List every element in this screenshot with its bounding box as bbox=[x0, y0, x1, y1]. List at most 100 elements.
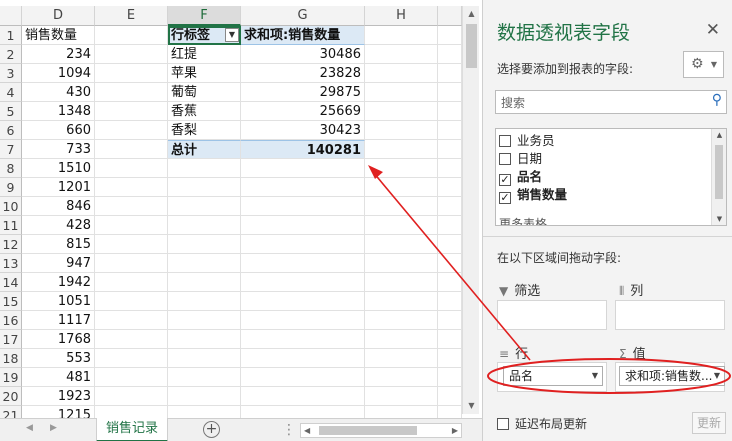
empty-cell[interactable] bbox=[438, 64, 462, 83]
pivot-value-header[interactable]: 求和项:销售数量 bbox=[241, 26, 365, 45]
scroll-up-icon[interactable]: ▲ bbox=[712, 131, 726, 139]
pivot-item-name[interactable]: 香梨 bbox=[168, 121, 241, 140]
values-field-chip[interactable]: 求和项:销售数... ▼ bbox=[619, 366, 725, 386]
empty-cell[interactable] bbox=[438, 159, 462, 178]
empty-cell[interactable] bbox=[438, 102, 462, 121]
field-checkbox-checked[interactable]: ✓ bbox=[499, 192, 511, 204]
empty-cell[interactable] bbox=[168, 311, 241, 330]
empty-cell[interactable] bbox=[241, 178, 365, 197]
empty-cell[interactable] bbox=[365, 121, 438, 140]
field-search-input[interactable]: 搜索 ⚲ bbox=[495, 90, 727, 114]
empty-cell[interactable] bbox=[365, 235, 438, 254]
empty-cell[interactable] bbox=[95, 387, 168, 406]
empty-cell[interactable] bbox=[241, 216, 365, 235]
empty-cell[interactable] bbox=[438, 178, 462, 197]
row-header[interactable]: 19 bbox=[0, 368, 22, 387]
scroll-down-icon[interactable]: ▼ bbox=[712, 215, 726, 223]
scroll-thumb[interactable] bbox=[466, 24, 477, 68]
empty-cell[interactable] bbox=[365, 178, 438, 197]
next-sheet-icon[interactable]: ▶ bbox=[50, 423, 57, 433]
row-header[interactable]: 15 bbox=[0, 292, 22, 311]
add-sheet-icon[interactable]: + bbox=[203, 421, 220, 438]
empty-cell[interactable] bbox=[168, 254, 241, 273]
empty-cell[interactable] bbox=[95, 140, 168, 159]
empty-cell[interactable] bbox=[241, 292, 365, 311]
empty-cell[interactable] bbox=[438, 349, 462, 368]
empty-cell[interactable] bbox=[438, 26, 462, 45]
quantity-cell[interactable]: 430 bbox=[22, 83, 95, 102]
sheet-tab-sales[interactable]: 销售记录 bbox=[96, 418, 168, 441]
pivot-item-name[interactable]: 苹果 bbox=[168, 64, 241, 83]
empty-cell[interactable] bbox=[168, 235, 241, 254]
column-header-g[interactable]: G bbox=[241, 6, 365, 26]
empty-cell[interactable] bbox=[438, 121, 462, 140]
pivot-item-value[interactable]: 23828 bbox=[241, 64, 365, 83]
column-header-d[interactable]: D bbox=[22, 6, 95, 26]
row-header[interactable]: 12 bbox=[0, 235, 22, 254]
defer-checkbox[interactable] bbox=[497, 418, 509, 430]
empty-cell[interactable] bbox=[365, 349, 438, 368]
row-header[interactable]: 16 bbox=[0, 311, 22, 330]
empty-cell[interactable] bbox=[95, 159, 168, 178]
chevron-down-icon[interactable]: ▼ bbox=[592, 367, 598, 385]
horizontal-scrollbar[interactable]: ◀ ▶ bbox=[300, 423, 462, 438]
empty-cell[interactable] bbox=[95, 292, 168, 311]
empty-cell[interactable] bbox=[95, 83, 168, 102]
select-all-corner[interactable] bbox=[0, 6, 22, 26]
empty-cell[interactable] bbox=[438, 216, 462, 235]
pivot-item-value[interactable]: 30423 bbox=[241, 121, 365, 140]
prev-sheet-icon[interactable]: ◀ bbox=[26, 423, 33, 433]
empty-cell[interactable] bbox=[365, 26, 438, 45]
quantity-cell[interactable]: 428 bbox=[22, 216, 95, 235]
filter-drop-zone[interactable] bbox=[497, 300, 607, 330]
field-list-scrollbar[interactable]: ▲ ▼ bbox=[711, 129, 726, 225]
empty-cell[interactable] bbox=[365, 311, 438, 330]
empty-cell[interactable] bbox=[95, 273, 168, 292]
pivot-item-name[interactable]: 葡萄 bbox=[168, 83, 241, 102]
empty-cell[interactable] bbox=[365, 387, 438, 406]
defer-update-option[interactable]: 延迟布局更新 bbox=[497, 415, 587, 432]
close-icon[interactable]: ✕ bbox=[706, 20, 720, 40]
quantity-cell[interactable]: 1942 bbox=[22, 273, 95, 292]
quantity-cell[interactable]: 1348 bbox=[22, 102, 95, 121]
row-header[interactable]: 13 bbox=[0, 254, 22, 273]
empty-cell[interactable] bbox=[438, 292, 462, 311]
row-header[interactable]: 14 bbox=[0, 273, 22, 292]
pivot-total-value[interactable]: 140281 bbox=[241, 140, 365, 159]
empty-cell[interactable] bbox=[438, 368, 462, 387]
row-header[interactable]: 11 bbox=[0, 216, 22, 235]
row-header[interactable]: 2 bbox=[0, 45, 22, 64]
empty-cell[interactable] bbox=[168, 178, 241, 197]
quantity-cell[interactable]: 846 bbox=[22, 197, 95, 216]
row-header[interactable]: 9 bbox=[0, 178, 22, 197]
pivot-item-name[interactable]: 红提 bbox=[168, 45, 241, 64]
scroll-down-icon[interactable]: ▼ bbox=[463, 398, 480, 414]
field-checkbox[interactable] bbox=[499, 135, 511, 147]
empty-cell[interactable] bbox=[365, 159, 438, 178]
field-item-salesperson[interactable]: 业务员 bbox=[499, 132, 555, 150]
pivot-item-name[interactable]: 香蕉 bbox=[168, 102, 241, 121]
row-header[interactable]: 7 bbox=[0, 140, 22, 159]
empty-cell[interactable] bbox=[168, 368, 241, 387]
column-title-cell[interactable]: 销售数量 bbox=[22, 26, 95, 45]
row-header[interactable]: 10 bbox=[0, 197, 22, 216]
empty-cell[interactable] bbox=[168, 273, 241, 292]
empty-cell[interactable] bbox=[95, 311, 168, 330]
empty-cell[interactable] bbox=[168, 197, 241, 216]
empty-cell[interactable] bbox=[95, 121, 168, 140]
quantity-cell[interactable]: 815 bbox=[22, 235, 95, 254]
empty-cell[interactable] bbox=[241, 387, 365, 406]
row-header[interactable]: 18 bbox=[0, 349, 22, 368]
field-list-scroll-thumb[interactable] bbox=[715, 145, 723, 199]
quantity-cell[interactable]: 1923 bbox=[22, 387, 95, 406]
empty-cell[interactable] bbox=[168, 349, 241, 368]
vertical-scrollbar[interactable]: ▲ ▼ bbox=[462, 6, 479, 414]
quantity-cell[interactable]: 1768 bbox=[22, 330, 95, 349]
empty-cell[interactable] bbox=[365, 292, 438, 311]
column-header-e[interactable]: E bbox=[95, 6, 168, 26]
empty-cell[interactable] bbox=[365, 254, 438, 273]
pivot-item-value[interactable]: 29875 bbox=[241, 83, 365, 102]
pivot-row-label-header[interactable]: 行标签 ▼ bbox=[168, 26, 241, 45]
pivot-item-value[interactable]: 30486 bbox=[241, 45, 365, 64]
chevron-down-icon[interactable]: ▼ bbox=[714, 367, 720, 385]
